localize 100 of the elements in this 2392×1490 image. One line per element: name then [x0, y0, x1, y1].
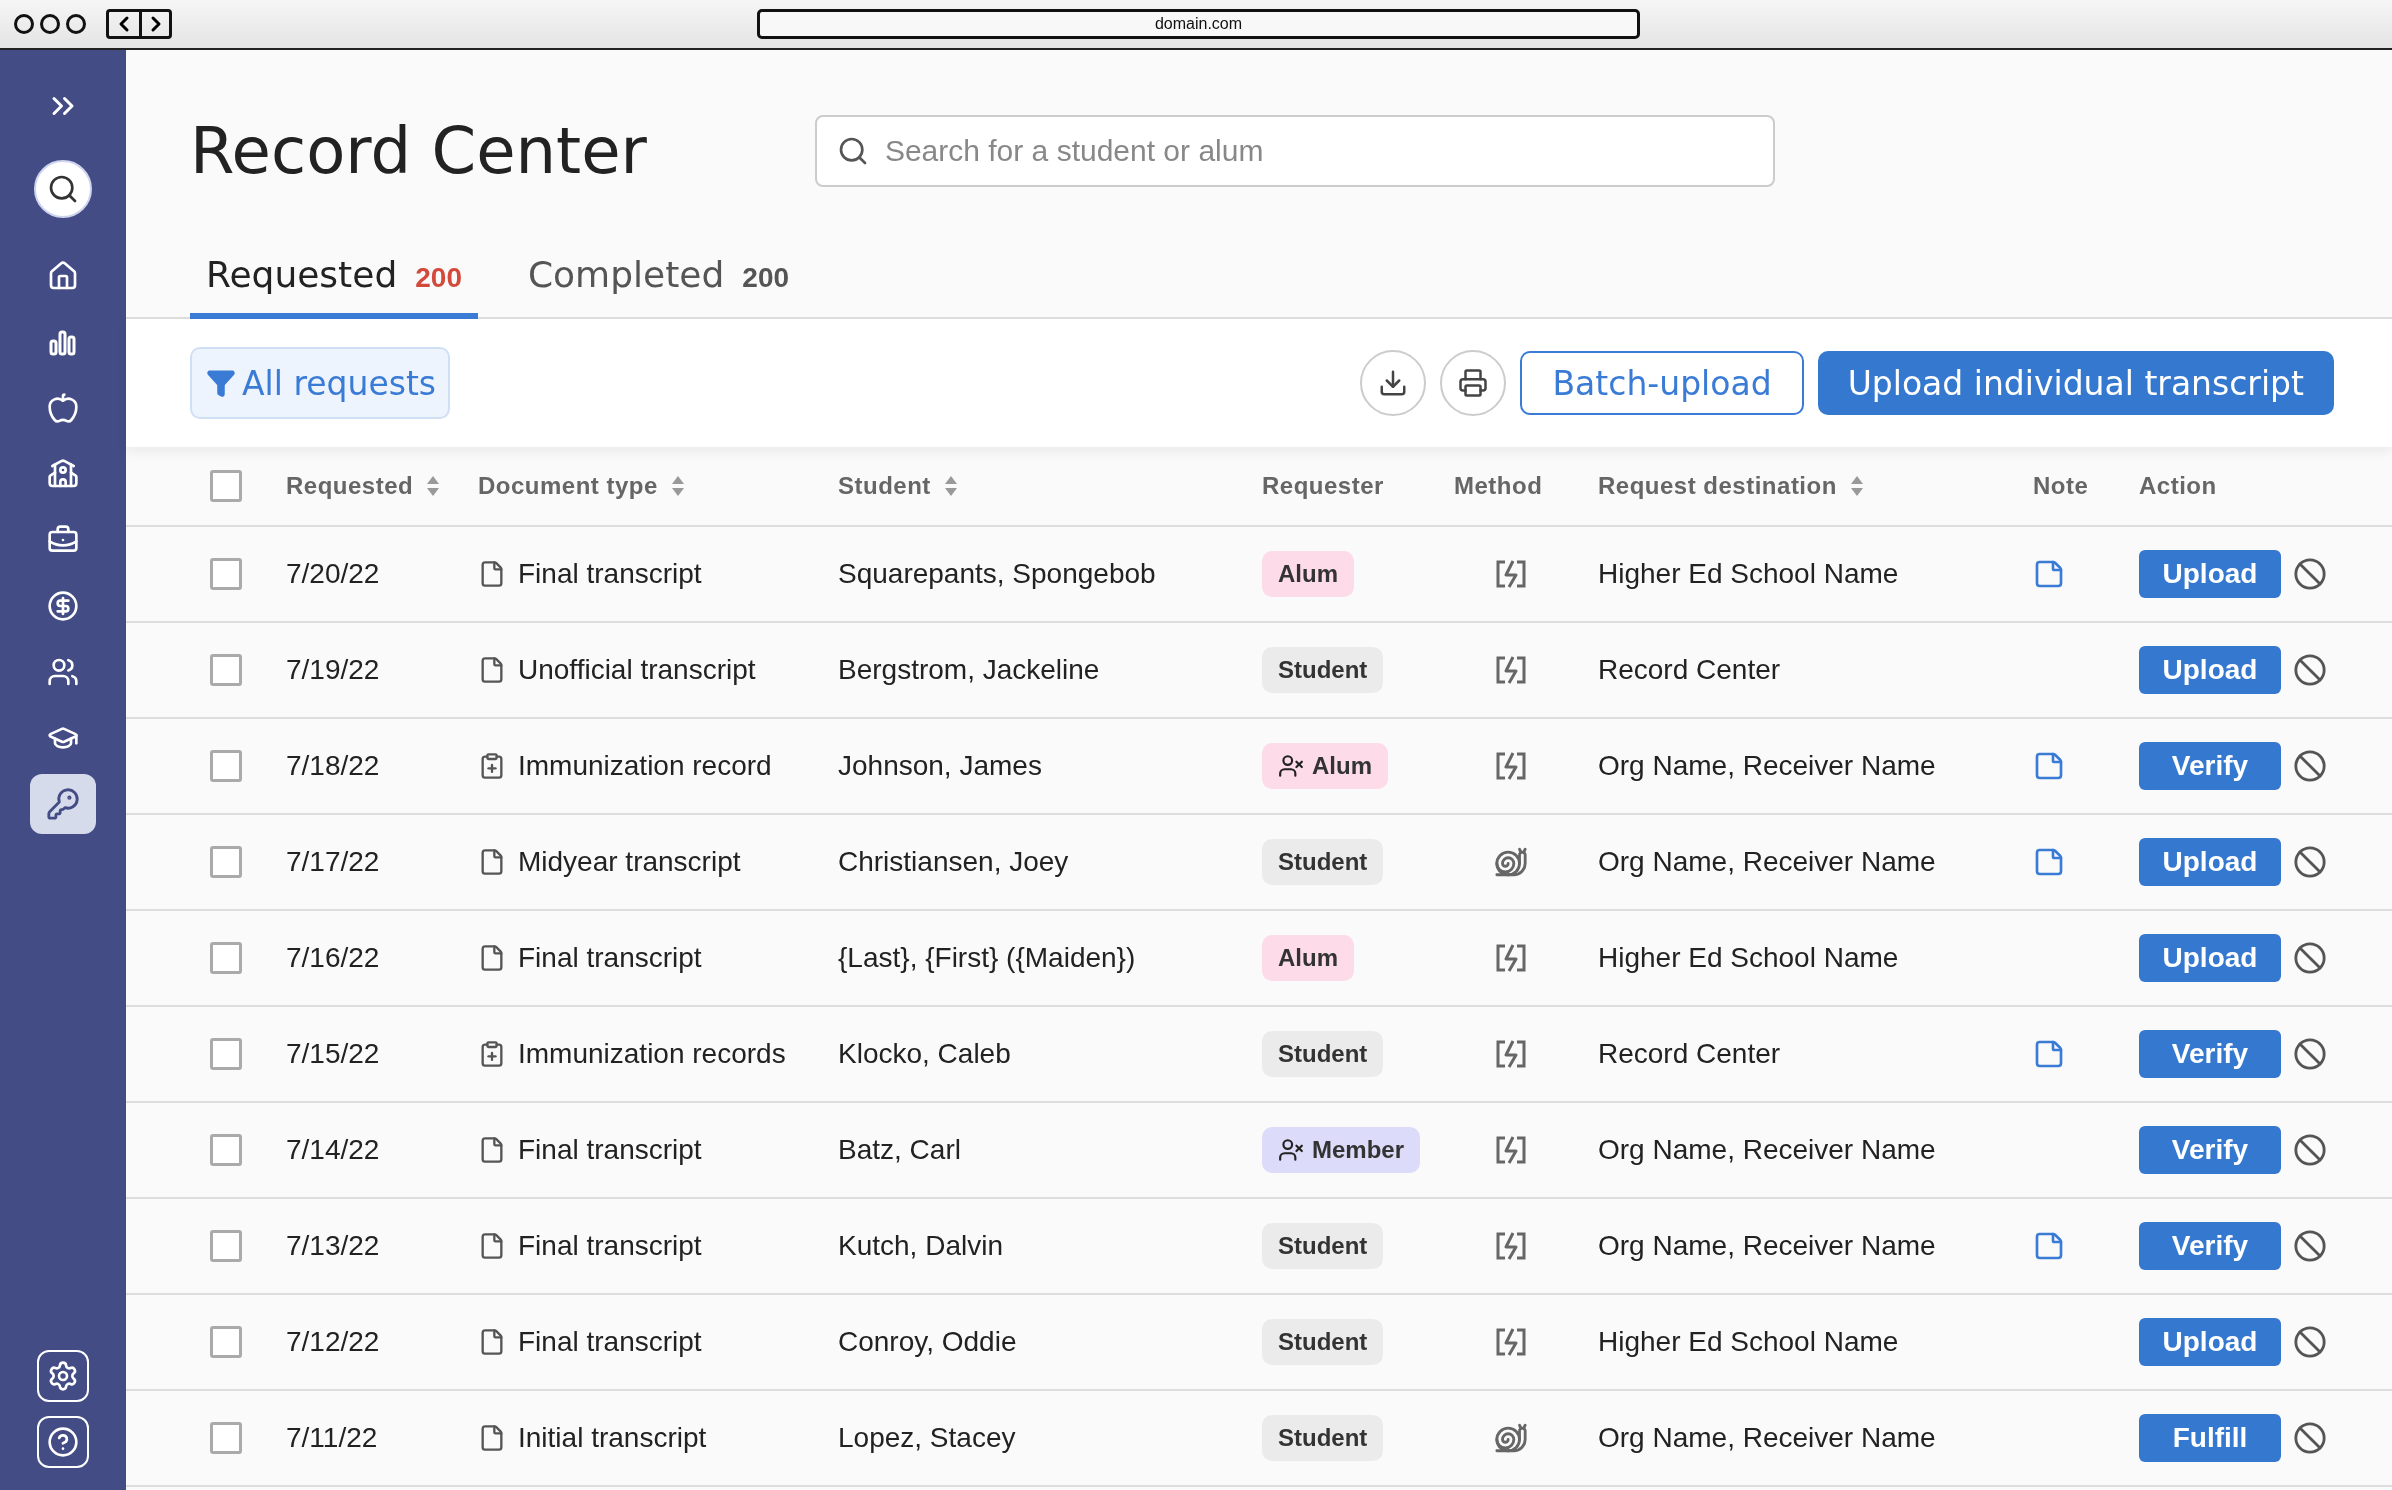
table-cell: Org Name, Receiver Name: [1598, 750, 1936, 782]
requester-tag: Alum: [1262, 551, 1354, 597]
column-header[interactable]: Request destination: [1598, 472, 1837, 500]
table-cell: Bergstrom, Jackeline: [838, 654, 1100, 686]
search-icon: [47, 173, 79, 205]
requester-tag: Student: [1262, 1223, 1384, 1269]
action-button[interactable]: Upload: [2139, 838, 2281, 886]
table-cell: 7/12/22: [286, 1326, 380, 1358]
table-cell: 7/15/22: [286, 1038, 380, 1070]
apple-icon: [47, 392, 79, 424]
requester-tag: Alum: [1262, 743, 1388, 789]
cancel-icon[interactable]: [2293, 1037, 2327, 1071]
table-cell: Immunization records: [518, 1038, 786, 1070]
row-checkbox[interactable]: [210, 1422, 242, 1454]
row-checkbox[interactable]: [210, 1038, 242, 1070]
table-cell: Squarepants, Spongebob: [838, 558, 1156, 590]
action-button[interactable]: Upload: [2139, 934, 2281, 982]
table-cell: Midyear transcript: [518, 846, 741, 878]
table-cell: Org Name, Receiver Name: [1598, 1134, 1936, 1166]
column-header: Action: [2139, 472, 2217, 500]
table-cell: Record Center: [1598, 654, 1781, 686]
action-button[interactable]: Verify: [2139, 1030, 2281, 1078]
action-button[interactable]: Verify: [2139, 1126, 2281, 1174]
school-icon: [47, 458, 79, 490]
table-cell: Johnson, James: [838, 750, 1042, 782]
filter-button[interactable]: All requests: [190, 347, 451, 419]
batch-upload-button[interactable]: Batch-upload: [1520, 351, 1804, 415]
row-checkbox[interactable]: [210, 558, 242, 590]
table-cell: Final transcript: [518, 942, 702, 974]
row-checkbox[interactable]: [210, 942, 242, 974]
cancel-icon[interactable]: [2293, 845, 2327, 879]
column-header[interactable]: Student: [838, 472, 931, 500]
search-button[interactable]: [34, 160, 92, 218]
page-title: Record Center: [190, 114, 647, 188]
money-icon: [47, 590, 79, 622]
printer-icon: [1458, 368, 1489, 398]
key-icon: [46, 787, 80, 821]
requester-tag: Student: [1262, 1415, 1384, 1461]
row-checkbox[interactable]: [210, 846, 242, 878]
table-cell: Org Name, Receiver Name: [1598, 1422, 1936, 1454]
window-control[interactable]: [40, 14, 60, 34]
requester-tag: Student: [1262, 647, 1384, 693]
cancel-icon[interactable]: [2293, 557, 2327, 591]
action-button[interactable]: Verify: [2139, 742, 2281, 790]
row-checkbox[interactable]: [210, 1230, 242, 1262]
cancel-icon[interactable]: [2293, 941, 2327, 975]
cancel-icon[interactable]: [2293, 1133, 2327, 1167]
column-header[interactable]: Document type: [478, 472, 658, 500]
sort-icon[interactable]: [425, 474, 442, 498]
note-icon[interactable]: [2033, 1038, 2065, 1070]
cancel-icon[interactable]: [2293, 749, 2327, 783]
note-icon[interactable]: [2033, 846, 2065, 878]
cancel-icon[interactable]: [2293, 1325, 2327, 1359]
table-cell: 7/20/22: [286, 558, 380, 590]
action-button[interactable]: Fulfill: [2139, 1414, 2281, 1462]
row-checkbox[interactable]: [210, 750, 242, 782]
cancel-icon[interactable]: [2293, 1421, 2327, 1455]
table-cell: 7/17/22: [286, 846, 380, 878]
table-cell: Lopez, Stacey: [838, 1422, 1016, 1454]
select-all-checkbox[interactable]: [210, 470, 242, 502]
requester-tag: Student: [1262, 839, 1384, 885]
table-cell: Higher Ed School Name: [1598, 1326, 1899, 1358]
home-icon: [47, 260, 79, 292]
window-control[interactable]: [66, 14, 86, 34]
table-cell: Higher Ed School Name: [1598, 942, 1899, 974]
action-button[interactable]: Upload: [2139, 646, 2281, 694]
column-header[interactable]: Requested: [286, 472, 414, 500]
users-icon: [47, 656, 79, 688]
cancel-icon[interactable]: [2293, 1229, 2327, 1263]
row-checkbox[interactable]: [210, 1326, 242, 1358]
action-button[interactable]: Upload: [2139, 1318, 2281, 1366]
download-icon: [1378, 368, 1409, 398]
requester-tag: Alum: [1262, 935, 1354, 981]
help-button[interactable]: [37, 1416, 89, 1468]
row-checkbox[interactable]: [210, 654, 242, 686]
upload-button[interactable]: Upload individual transcript: [1817, 351, 2334, 415]
sort-icon[interactable]: [669, 474, 686, 498]
table-cell: Org Name, Receiver Name: [1598, 1230, 1936, 1262]
row-checkbox[interactable]: [210, 1134, 242, 1166]
tab[interactable]: Completed 200: [511, 254, 806, 319]
note-icon[interactable]: [2033, 1230, 2065, 1262]
window-control[interactable]: [14, 14, 34, 34]
settings-icon: [47, 1360, 79, 1392]
sidebar-item[interactable]: [30, 774, 96, 834]
table-cell: Final transcript: [518, 558, 702, 590]
action-button[interactable]: Upload: [2139, 550, 2281, 598]
sort-icon[interactable]: [1848, 474, 1865, 498]
note-icon[interactable]: [2033, 750, 2065, 782]
table-cell: Org Name, Receiver Name: [1598, 846, 1936, 878]
table-cell: 7/11/22: [286, 1422, 378, 1454]
note-icon[interactable]: [2033, 558, 2065, 590]
table-cell: 7/14/22: [286, 1134, 380, 1166]
cancel-icon[interactable]: [2293, 653, 2327, 687]
address-bar[interactable]: domain.com: [757, 9, 1640, 39]
table-cell: 7/19/22: [286, 654, 380, 686]
table-cell: Conroy, Oddie: [838, 1326, 1017, 1358]
action-button[interactable]: Verify: [2139, 1222, 2281, 1270]
sort-icon[interactable]: [942, 474, 959, 498]
settings-button[interactable]: [37, 1350, 89, 1402]
table-cell: Unofficial transcript: [518, 654, 756, 686]
